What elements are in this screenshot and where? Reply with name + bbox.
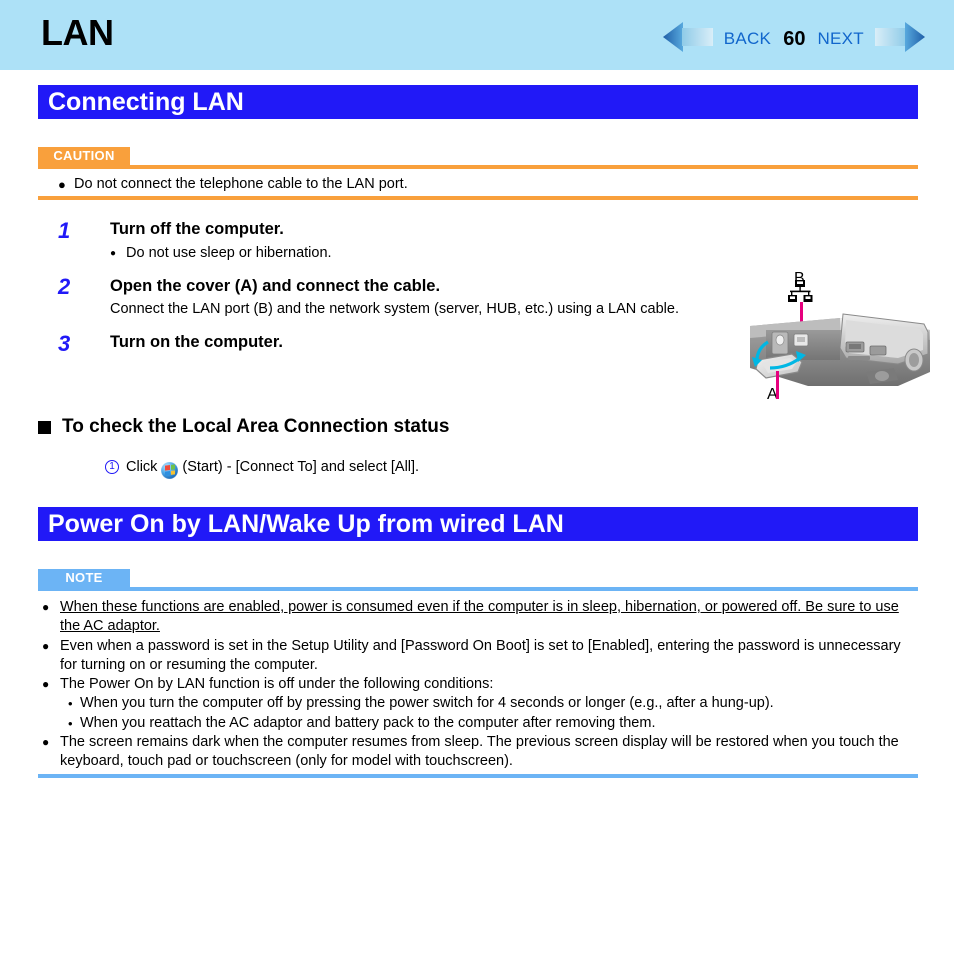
next-label[interactable]: NEXT <box>808 29 873 49</box>
step-title-3: Turn on the computer. <box>110 333 283 351</box>
pointer-line-a <box>776 371 779 399</box>
note-text: When these functions are enabled, power … <box>60 599 899 635</box>
bullet-dot-icon: ● <box>110 248 117 259</box>
laptop-port-illustration <box>748 268 934 408</box>
bullet-dot-icon: ● <box>42 600 50 614</box>
subsection-heading-text: To check the Local Area Connection statu… <box>62 416 450 437</box>
bullet-dot-icon: ● <box>42 638 50 653</box>
subsection-heading-local-area-connection: To check the Local Area Connection statu… <box>38 416 449 438</box>
step-number-1: 1 <box>58 218 71 243</box>
caution-rule-top <box>38 165 918 169</box>
note-text: Even when a password is set in the Setup… <box>60 637 901 673</box>
sub-bullet-dot-icon: • <box>68 715 73 731</box>
step-1-bullet-text: Do not use sleep or hibernation. <box>126 245 332 261</box>
note-text: The Power On by LAN function is off unde… <box>60 676 494 693</box>
caution-rule-bottom <box>38 196 918 200</box>
step-1-bullet: ● Do not use sleep or hibernation. <box>110 244 510 263</box>
circled-number-icon: 1 <box>105 460 119 474</box>
note-list: ● When these functions are enabled, powe… <box>38 598 918 772</box>
note-subtext: When you turn the computer off by pressi… <box>80 695 774 712</box>
bullet-dot-icon: ● <box>58 177 66 192</box>
list-item: ● Even when a password is set in the Set… <box>38 637 918 676</box>
back-label[interactable]: BACK <box>715 29 781 49</box>
note-text: The screen remains dark when the compute… <box>60 734 899 770</box>
subsection-step-text-after: (Start) - [Connect To] and select [All]. <box>182 459 420 475</box>
section-heading-connecting-lan: Connecting LAN <box>38 85 918 119</box>
step-title-1: Turn off the computer. <box>110 220 284 238</box>
sub-bullet-dot-icon: • <box>68 696 73 712</box>
list-item: ● When these functions are enabled, powe… <box>38 598 918 637</box>
lan-port-icon <box>788 280 813 302</box>
page-title: LAN <box>41 12 114 53</box>
bullet-dot-icon: ● <box>42 677 50 692</box>
caution-tag: CAUTION <box>38 147 130 165</box>
step-title-2: Open the cover (A) and connect the cable… <box>110 277 441 295</box>
caution-item: ● Do not connect the telephone cable to … <box>58 175 758 194</box>
caution-item-text: Do not connect the telephone cable to th… <box>74 176 408 192</box>
note-subtext: When you reattach the AC adaptor and bat… <box>80 714 656 731</box>
note-rule-top <box>38 587 918 591</box>
page-number: 60 <box>783 28 806 50</box>
bullet-dot-icon: ● <box>42 735 50 750</box>
page-navigation: BACK 60 NEXT <box>662 20 925 59</box>
section-heading-power-on-by-lan: Power On by LAN/Wake Up from wired LAN <box>38 507 918 541</box>
square-bullet-icon <box>38 420 51 434</box>
list-item: • When you reattach the AC adaptor and b… <box>38 714 918 733</box>
next-arrow-icon[interactable] <box>873 20 925 59</box>
list-item: • When you turn the computer off by pres… <box>38 694 918 713</box>
subsection-step-1: 1 Click (Start) - [Connect To] and selec… <box>105 457 420 479</box>
list-item: ● The screen remains dark when the compu… <box>38 733 918 772</box>
windows-start-orb-icon[interactable] <box>161 461 179 479</box>
note-rule-bottom <box>38 774 918 778</box>
subsection-step-text-before: Click <box>126 459 158 475</box>
back-arrow-icon[interactable] <box>662 20 715 59</box>
note-tag: NOTE <box>38 569 130 587</box>
step-number-3: 3 <box>58 331 71 356</box>
step-2-description: Connect the LAN port (B) and the network… <box>110 301 679 317</box>
list-item: ● The Power On by LAN function is off un… <box>38 675 918 694</box>
step-number-2: 2 <box>58 274 71 299</box>
